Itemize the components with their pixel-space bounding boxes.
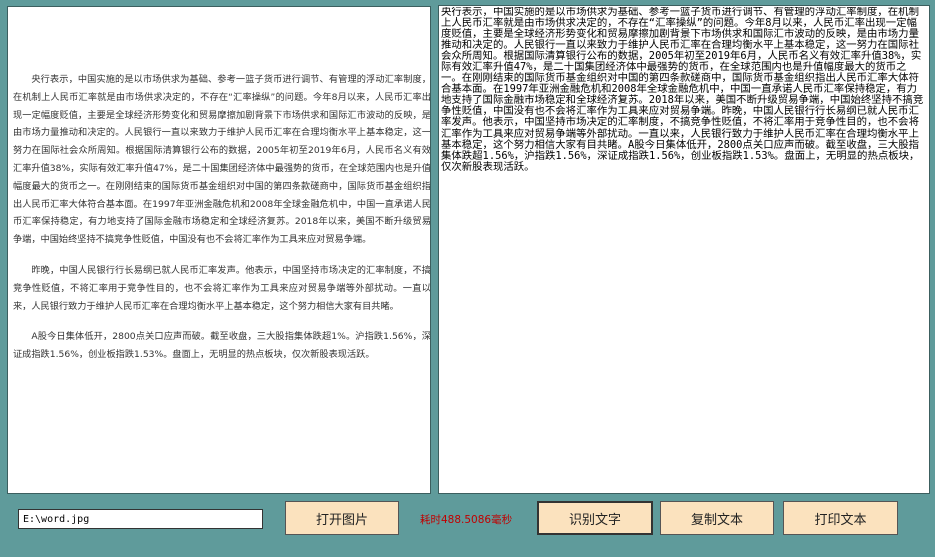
ocr-result-textarea[interactable]: 央行表示，中国实施的是以市场供求为基础、参考一篮子货币进行调节、有管理的浮动汇率… [438,5,930,494]
elapsed-time-label: 耗时488.5086毫秒 [420,514,513,526]
ocr-result-text[interactable]: 央行表示，中国实施的是以市场供求为基础、参考一篮子货币进行调节、有管理的浮动汇率… [441,7,927,491]
image-paragraph: A股今日集体低开，2800点关口应声而破。截至收盘，三大股指集体跌超1%。沪指跌… [13,331,431,361]
image-paragraph: 央行表示，中国实施的是以市场供求为基础、参考一篮子货币进行调节、有管理的浮动汇率… [13,74,431,246]
source-image-text: 央行表示，中国实施的是以市场供求为基础、参考一篮子货币进行调节、有管理的浮动汇率… [13,71,431,377]
image-paragraph: 昨晚，中国人民银行行长易纲已就人民币汇率发声。他表示，中国坚持市场决定的汇率制度… [13,264,431,312]
open-image-button[interactable]: 打开图片 [285,501,399,535]
recognize-text-button[interactable]: 识别文字 [537,501,653,535]
print-text-button[interactable]: 打印文本 [783,501,898,535]
image-path-input[interactable] [18,509,263,529]
image-preview-panel: 央行表示，中国实施的是以市场供求为基础、参考一篮子货币进行调节、有管理的浮动汇率… [7,6,431,494]
copy-text-button[interactable]: 复制文本 [660,501,774,535]
